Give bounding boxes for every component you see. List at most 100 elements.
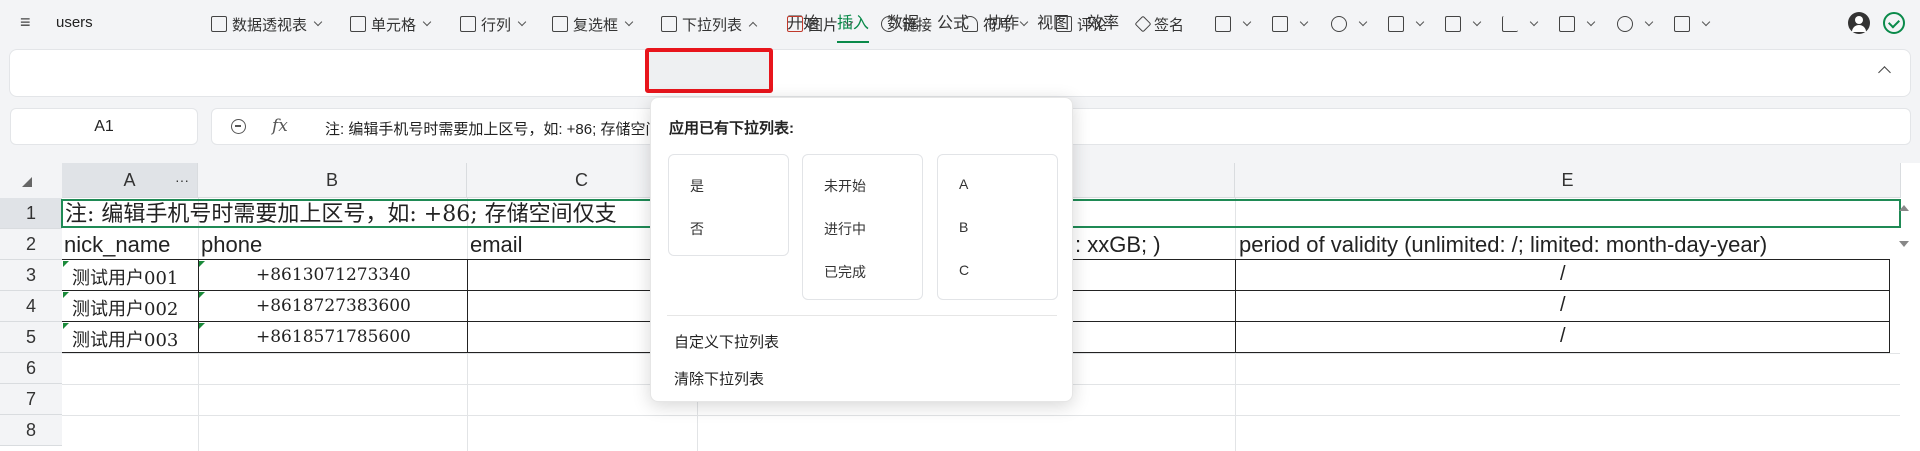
dropdown-list-icon xyxy=(661,16,677,32)
cell-phone-2[interactable]: +8618727383600 xyxy=(256,296,411,316)
chevron-down-icon xyxy=(1019,17,1029,27)
scroll-down-icon[interactable] xyxy=(1899,241,1909,247)
signature-button[interactable]: 签名 xyxy=(1134,13,1184,35)
header-email[interactable]: email xyxy=(470,231,523,258)
zoom-icon[interactable] xyxy=(231,119,246,134)
area-chart-icon xyxy=(1445,16,1461,32)
preset-option: A xyxy=(959,176,969,192)
image-label: 图片 xyxy=(808,16,839,34)
row-header-2[interactable]: 2 xyxy=(0,229,62,260)
chevron-down-icon xyxy=(1242,17,1252,27)
scatter-chart-icon xyxy=(1502,16,1518,32)
row-column-button[interactable]: 行列 xyxy=(460,13,527,35)
radar-chart-button[interactable] xyxy=(1617,13,1654,35)
cell-validity-1[interactable]: / xyxy=(1560,263,1566,286)
area-chart-button[interactable] xyxy=(1445,13,1482,35)
cell-phone-1[interactable]: +8613071273340 xyxy=(256,265,411,285)
checkbox-icon xyxy=(552,16,568,32)
row-column-icon xyxy=(460,16,476,32)
chevron-up-icon xyxy=(748,21,758,30)
symbol-button[interactable]: 符号 xyxy=(962,13,1029,35)
cloud-sync-icon[interactable] xyxy=(1883,12,1905,34)
row-header-8[interactable]: 8 xyxy=(0,415,62,446)
cell-validity-2[interactable]: / xyxy=(1560,294,1566,317)
row-header-4[interactable]: 4 xyxy=(0,291,62,322)
header-storage[interactable]: : xxGB; ) xyxy=(1075,231,1161,258)
column-header-b[interactable]: B xyxy=(198,163,467,198)
scatter-chart-button[interactable] xyxy=(1502,13,1539,35)
row-column-label: 行列 xyxy=(481,16,512,34)
text-number-marker xyxy=(199,292,205,298)
menu-icon[interactable]: ≡ xyxy=(20,13,38,31)
cell-border xyxy=(198,260,199,353)
preset-option: 进行中 xyxy=(824,221,866,237)
pivot-table-icon xyxy=(211,16,227,32)
pie-chart-button[interactable] xyxy=(1331,13,1368,35)
horizontal-bar-button[interactable] xyxy=(1388,13,1425,35)
gridline xyxy=(62,415,1900,416)
bar-chart-button[interactable] xyxy=(1215,13,1252,35)
cell-nick-3[interactable]: 测试用户003 xyxy=(72,326,178,352)
ribbon-toolbar xyxy=(9,49,1911,97)
image-button[interactable]: 图片 xyxy=(787,13,854,35)
row-header-1[interactable]: 1 xyxy=(0,198,62,229)
header-phone[interactable]: phone xyxy=(201,231,262,258)
cell-border xyxy=(467,260,468,353)
chevron-down-icon xyxy=(422,17,432,27)
document-title: users xyxy=(56,14,93,31)
header-validity[interactable]: period of validity (unlimited: /; limite… xyxy=(1239,231,1767,258)
cell-nick-2[interactable]: 测试用户002 xyxy=(72,295,178,321)
cell-validity-3[interactable]: / xyxy=(1560,325,1566,348)
line-chart-button[interactable] xyxy=(1559,13,1596,35)
bar-chart-icon xyxy=(1215,16,1231,32)
chevron-down-icon xyxy=(844,17,854,27)
column-chart-button[interactable] xyxy=(1272,13,1309,35)
link-button[interactable]: 链接 xyxy=(881,13,932,35)
row-header-3[interactable]: 3 xyxy=(0,260,62,291)
preset-option: B xyxy=(959,219,969,235)
avatar[interactable] xyxy=(1848,12,1870,34)
cell-icon xyxy=(350,16,366,32)
column-header-a[interactable]: A ··· xyxy=(62,163,198,198)
row-header-6[interactable]: 6 xyxy=(0,353,62,384)
preset-option: 已完成 xyxy=(824,264,866,280)
cell-reference-box[interactable]: A1 xyxy=(10,108,198,145)
select-all-corner[interactable] xyxy=(0,163,62,198)
cell-nick-1[interactable]: 测试用户001 xyxy=(72,264,178,290)
checkbox-label: 复选框 xyxy=(573,16,619,34)
chevron-down-icon xyxy=(1472,17,1482,27)
text-number-marker xyxy=(63,323,69,329)
dropdown-list-button[interactable]: 下拉列表 xyxy=(661,13,758,35)
text-number-marker xyxy=(63,261,69,267)
cell-phone-3[interactable]: +8618571785600 xyxy=(256,327,411,347)
column-chart-icon xyxy=(1272,16,1288,32)
more-icon[interactable]: ··· xyxy=(175,163,189,198)
scroll-up-icon[interactable] xyxy=(1899,205,1909,211)
cell-button[interactable]: 单元格 xyxy=(350,13,432,35)
cell-border xyxy=(1889,260,1890,353)
cell-border xyxy=(1235,260,1236,353)
preset-option: 未开始 xyxy=(824,178,866,194)
column-header-e[interactable]: E xyxy=(1235,163,1901,198)
preset-option: 是 xyxy=(690,178,704,194)
combo-chart-button[interactable] xyxy=(1674,13,1711,35)
row-header-7[interactable]: 7 xyxy=(0,384,62,415)
clear-dropdown-option[interactable]: 清除下拉列表 xyxy=(674,368,764,389)
preset-option: C xyxy=(959,262,970,278)
preset-yes-no[interactable]: 是 否 xyxy=(668,154,789,256)
preset-abc[interactable]: A B C xyxy=(937,154,1058,300)
text-number-marker xyxy=(199,261,205,267)
link-label: 链接 xyxy=(902,16,933,34)
header-nick-name[interactable]: nick_name xyxy=(64,231,170,258)
comment-button[interactable]: 评论 xyxy=(1056,13,1107,35)
custom-dropdown-option[interactable]: 自定义下拉列表 xyxy=(674,331,779,352)
row-header-5[interactable]: 5 xyxy=(0,322,62,353)
preset-status[interactable]: 未开始 进行中 已完成 xyxy=(802,154,923,300)
dropdown-list-label: 下拉列表 xyxy=(682,16,743,34)
combo-chart-icon xyxy=(1674,16,1690,32)
checkbox-button[interactable]: 复选框 xyxy=(552,13,634,35)
chevron-down-icon xyxy=(517,17,527,27)
fx-icon[interactable]: fx xyxy=(272,116,288,136)
dropdown-panel-title: 应用已有下拉列表: xyxy=(669,120,794,137)
pivot-table-button[interactable]: 数据透视表 xyxy=(211,13,323,35)
